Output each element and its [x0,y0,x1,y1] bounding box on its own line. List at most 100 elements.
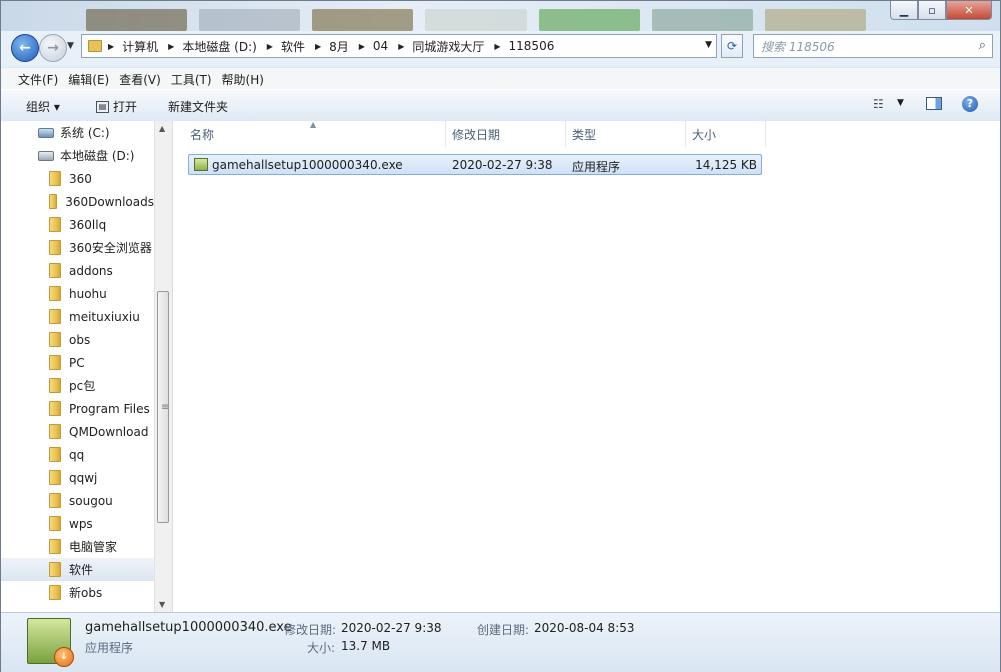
nav-folder-item[interactable]: 软件 [1,558,154,581]
menu-bar: 文件(F) 编辑(E) 查看(V) 工具(T) 帮助(H) [1,67,1000,90]
recent-pages-dropdown[interactable]: ▼ [67,41,74,51]
menu-help[interactable]: 帮助(H) [205,71,269,88]
chevron-right-icon[interactable]: ▶ [267,42,273,51]
search-box[interactable]: 搜索 118506 ⌕ [753,34,993,58]
back-button[interactable]: ← [11,34,39,62]
nav-folder-item[interactable]: qqwj [1,466,154,489]
nav-folder-item[interactable]: wps [1,512,154,535]
nav-item-label: pc包 [69,379,96,393]
folder-icon [49,286,61,301]
search-placeholder: 搜索 118506 [761,39,835,54]
nav-drive-c[interactable]: 系统 (C:) [1,121,154,144]
nav-folder-item[interactable]: obs [1,328,154,351]
folder-icon [49,332,61,347]
nav-item-label: 360安全浏览器 [69,241,152,255]
explorer-window: ▁ ▫ ✕ ← → ▼ ▶ 计算机 ▶ 本地磁盘 (D:) ▶ 软件 ▶ 8月 ▶ 04 ▶ 同城游戏… [0,0,1001,672]
folder-icon [49,263,61,278]
preview-pane-icon[interactable] [926,97,942,110]
column-header-type[interactable]: 类型 [566,121,686,147]
nav-item-label: Program Files [69,401,150,416]
nav-folder-item[interactable]: QMDownload [1,420,154,443]
breadcrumb-item[interactable]: ▶ 计算机 [108,38,158,55]
nav-item-label: 360Downloads [65,194,154,209]
nav-item-label: 360 [69,171,92,186]
column-header-name[interactable]: ▲ 名称 [173,120,446,147]
nav-item-label: 系统 (C:) [60,126,110,140]
breadcrumb-item[interactable]: ▶ 8月 [315,38,349,55]
nav-folder-item[interactable]: addons [1,259,154,282]
nav-folder-item[interactable]: sougou [1,489,154,512]
nav-scrollbar[interactable]: ▲ ≡ ▼ [154,121,172,612]
open-label: 打开 [113,100,138,114]
command-bar: 组织 ▾ ▤ 打开 新建文件夹 ☷ ▼ ? [1,89,1000,122]
change-view-icon[interactable]: ☷ [873,97,884,111]
refresh-button[interactable]: ⟳ [721,34,743,58]
nav-item-label: sougou [69,493,113,508]
minimize-button[interactable]: ▁ [890,1,918,20]
chevron-right-icon[interactable]: ▶ [315,42,321,51]
column-header-label: 名称 [190,127,215,142]
nav-folder-item[interactable]: 新obs [1,581,154,604]
chevron-right-icon[interactable]: ▶ [398,42,404,51]
folder-icon [49,309,61,324]
file-row[interactable]: gamehallsetup1000000340.exe 2020-02-27 9… [188,154,762,175]
nav-folder-item[interactable]: qq [1,443,154,466]
open-button[interactable]: ▤ 打开 [96,98,137,115]
nav-folder-item[interactable]: huohu [1,282,154,305]
maximize-button[interactable]: ▫ [918,1,946,20]
nav-folder-item[interactable]: 360 [1,167,154,190]
breadcrumb-item[interactable]: ▶ 04 [359,39,388,53]
file-list-pane: ▲ 名称 修改日期 类型 大小 gamehallsetup1000000340.… [173,120,1000,612]
nav-folder-item[interactable]: 360安全浏览器 [1,236,154,259]
breadcrumb-item[interactable]: ▶ 118506 [494,39,554,53]
search-icon[interactable]: ⌕ [979,38,986,53]
nav-folder-item[interactable]: PC [1,351,154,374]
breadcrumb-label: 04 [372,39,389,53]
address-bar[interactable]: ▶ 计算机 ▶ 本地磁盘 (D:) ▶ 软件 ▶ 8月 ▶ 04 ▶ 同城游戏大厅 ▶ 118506 ▼ [81,34,717,58]
file-type: 应用程序 [572,160,621,174]
column-header-size[interactable]: 大小 [686,121,766,147]
column-header-label: 类型 [572,127,597,142]
nav-folder-item[interactable]: pc包 [1,374,154,397]
navigation-pane: 系统 (C:) 本地磁盘 (D:) 360 360Downloads 360llq 3… [1,121,173,612]
breadcrumb-item[interactable]: ▶ 同城游戏大厅 [398,38,484,55]
folder-icon [49,562,61,577]
breadcrumb-item[interactable]: ▶ 本地磁盘 (D:) [168,38,257,55]
new-folder-button[interactable]: 新建文件夹 [168,98,228,115]
close-button[interactable]: ✕ [946,1,992,20]
nav-item-label: qqwj [69,470,98,485]
column-header-modified[interactable]: 修改日期 [446,121,566,147]
forward-button[interactable]: → [39,34,67,62]
folder-icon [49,171,61,186]
nav-item-label: 360llq [69,217,107,232]
nav-folder-item[interactable]: meituxiuxiu [1,305,154,328]
view-options-dropdown[interactable]: ▼ [897,98,904,108]
nav-item-label: 新obs [69,586,103,600]
organize-button[interactable]: 组织 ▾ [26,98,60,115]
nav-folder-item[interactable]: 电脑管家 [1,535,154,558]
chevron-right-icon[interactable]: ▶ [359,42,365,51]
nav-drive-d[interactable]: 本地磁盘 (D:) [1,144,154,167]
address-history-dropdown[interactable]: ▼ [705,40,712,50]
scroll-down-arrow-icon[interactable]: ▼ [159,600,165,609]
breadcrumb-label: 本地磁盘 (D:) [182,39,257,54]
details-created-value: 2020-08-04 8:53 [534,621,635,635]
details-modified-label: 修改日期: [284,623,337,637]
chevron-right-icon[interactable]: ▶ [494,42,500,51]
scrollbar-thumb[interactable]: ≡ [157,291,169,523]
details-created-label: 创建日期: [477,623,530,637]
chevron-right-icon[interactable]: ▶ [108,42,114,51]
folder-icon [49,217,61,232]
file-modified: 2020-02-27 9:38 [452,158,553,172]
nav-folder-item[interactable]: Program Files [1,397,154,420]
nav-item-label: wps [69,516,93,531]
breadcrumb-item[interactable]: ▶ 软件 [267,38,305,55]
folder-icon [49,401,61,416]
chevron-right-icon[interactable]: ▶ [168,42,174,51]
nav-folder-item[interactable]: 360Downloads [1,190,154,213]
scroll-up-arrow-icon[interactable]: ▲ [159,124,165,133]
nav-item-label: 软件 [69,563,94,577]
grip-icon: ≡ [161,402,170,413]
nav-folder-item[interactable]: 360llq [1,213,154,236]
help-icon[interactable]: ? [962,96,978,112]
